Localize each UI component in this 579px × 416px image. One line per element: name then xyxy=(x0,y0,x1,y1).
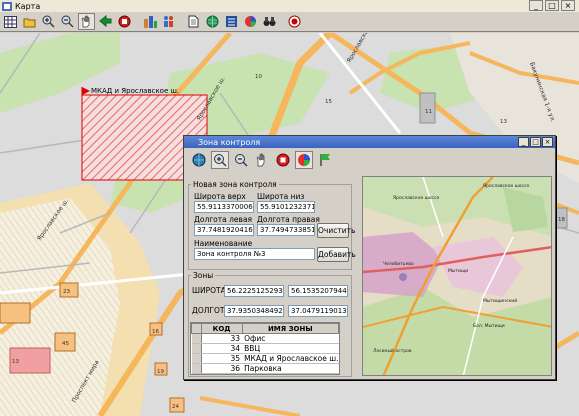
dialog-toolbar xyxy=(184,148,555,172)
table-row[interactable]: 36 Парковка xyxy=(191,363,339,374)
zone-code-cell: 33 xyxy=(201,333,243,344)
document-icon[interactable] xyxy=(185,13,202,30)
building-number: 18 xyxy=(558,217,565,223)
zones-legend: Зоны xyxy=(193,271,214,280)
building-number: 45 xyxy=(62,341,69,347)
dialog-maximize-button[interactable]: □ xyxy=(530,137,541,147)
main-toolbar xyxy=(0,12,579,32)
table-row[interactable]: 33 Офис xyxy=(191,333,339,344)
binoculars-icon[interactable] xyxy=(261,13,278,30)
zoom-out-icon[interactable] xyxy=(232,151,250,169)
new-zone-legend: Новая зона контроля xyxy=(193,180,277,189)
name-label: Наименование xyxy=(194,239,253,248)
building-number: 13 xyxy=(500,119,507,125)
building-number: 10 xyxy=(255,74,262,80)
flag-icon[interactable] xyxy=(316,151,334,169)
zones-lon-from[interactable]: 37.9350348492029 xyxy=(224,305,284,317)
zone-code-cell: 34 xyxy=(201,343,243,354)
pie-chart-icon[interactable] xyxy=(242,13,259,30)
layers-icon[interactable] xyxy=(223,13,240,30)
minimap-place-label: Ярославское шоссе xyxy=(393,195,439,201)
lat-bottom-field[interactable]: 55.910123237194 xyxy=(257,201,315,213)
building-number: 11 xyxy=(425,109,432,115)
dialog-map-preview[interactable]: Ярославское шоссе Ярославское шоссе Мыти… xyxy=(362,176,552,376)
minimap-place-label: Мытищи xyxy=(448,268,468,274)
building-number: 13 xyxy=(12,359,19,365)
globe-icon[interactable] xyxy=(204,13,221,30)
minimap-place-label: Ярославское шоссе xyxy=(483,183,529,189)
row-selector-header xyxy=(191,323,202,334)
lon-left-field[interactable]: 37.748192041628 xyxy=(194,224,254,236)
control-zone-dialog: Зона контроля _ □ × Новая зона контроля … xyxy=(183,135,556,380)
zone-name-cell: Парковка xyxy=(242,363,339,374)
minimap-place-label: Мытищинский xyxy=(483,297,517,304)
back-arrow-icon[interactable] xyxy=(97,13,114,30)
name-column-header[interactable]: ИМЯ ЗОНЫ xyxy=(241,323,340,334)
zone-name-cell: МКАД и Ярославское ш. xyxy=(242,353,339,364)
table-row[interactable]: 35 МКАД и Ярославское ш. xyxy=(191,353,339,364)
zones-lat-label: ШИРОТА xyxy=(192,286,226,295)
maximize-button[interactable]: □ xyxy=(545,0,559,11)
hand-pan-icon[interactable] xyxy=(78,13,95,30)
lat-top-label: Широта верх xyxy=(194,192,246,201)
zones-table[interactable]: КОД ИМЯ ЗОНЫ 33 Офис 34 ВВЦ 35 МКАД и Яросл… xyxy=(190,322,340,375)
code-column-header[interactable]: КОД xyxy=(200,323,243,334)
lon-right-label: Долгота правая xyxy=(257,215,320,224)
app-icon xyxy=(2,1,12,11)
dialog-titlebar: Зона контроля _ □ × xyxy=(184,136,555,148)
building-number: 19 xyxy=(157,369,164,375)
building-number: 24 xyxy=(172,404,179,410)
stop-icon[interactable] xyxy=(116,13,133,30)
globe-icon[interactable] xyxy=(190,151,208,169)
zones-lat-to[interactable]: 56.1535207944157 xyxy=(288,285,348,297)
window-title: Карта xyxy=(15,1,41,11)
building-number: 15 xyxy=(325,99,332,105)
zoom-in-icon[interactable] xyxy=(211,151,229,169)
zoom-out-icon[interactable] xyxy=(59,13,76,30)
building-number: 23 xyxy=(63,289,70,295)
close-button[interactable]: × xyxy=(561,0,575,11)
minimap-place-label: Лосиный остров xyxy=(373,347,412,354)
table-row[interactable]: 34 ВВЦ xyxy=(191,343,339,354)
pie-chart-icon[interactable] xyxy=(295,151,313,169)
lon-right-field[interactable]: 37.749473385199 xyxy=(257,224,315,236)
zones-lat-from[interactable]: 56.2225125293824 xyxy=(224,285,284,297)
zones-lon-to[interactable]: 37.0479119013682 xyxy=(288,305,348,317)
lat-bottom-label: Широта низ xyxy=(257,192,305,201)
people-icon[interactable] xyxy=(160,13,177,30)
building-number: 16 xyxy=(152,329,159,335)
zone-code-cell: 36 xyxy=(201,363,243,374)
zone-name-cell: ВВЦ xyxy=(242,343,339,354)
zoom-in-icon[interactable] xyxy=(40,13,57,30)
window-titlebar: Карта _ □ × xyxy=(0,0,579,12)
minimap-place-label: Челобитьево xyxy=(383,261,414,267)
clear-button[interactable]: Очистить xyxy=(317,223,355,238)
lat-top-field[interactable]: 55.911337000635 xyxy=(194,201,254,213)
stop-icon[interactable] xyxy=(274,151,292,169)
open-folder-icon[interactable] xyxy=(21,13,38,30)
dialog-title: Зона контроля xyxy=(198,137,261,147)
zone-marker-label: МКАД и Ярославское ш. xyxy=(91,87,179,95)
minimap-place-label: Бол. Мытищи xyxy=(473,323,505,329)
hand-pan-icon[interactable] xyxy=(253,151,271,169)
lon-left-label: Долгота левая xyxy=(194,215,253,224)
minimize-button[interactable]: _ xyxy=(529,0,543,11)
map-window: Карта _ □ × МКАД и Ярославское ш. Яросла… xyxy=(0,0,579,416)
buildings-icon[interactable] xyxy=(141,13,158,30)
add-button[interactable]: Добавить xyxy=(317,247,356,262)
name-field[interactable]: Зона контроля №3 xyxy=(194,248,315,260)
dialog-minimize-button[interactable]: _ xyxy=(518,137,529,147)
dialog-close-button[interactable]: × xyxy=(542,137,553,147)
zone-name-cell: Офис xyxy=(242,333,339,344)
grid-icon[interactable] xyxy=(2,13,19,30)
zone-code-cell: 35 xyxy=(201,353,243,364)
target-icon[interactable] xyxy=(286,13,303,30)
